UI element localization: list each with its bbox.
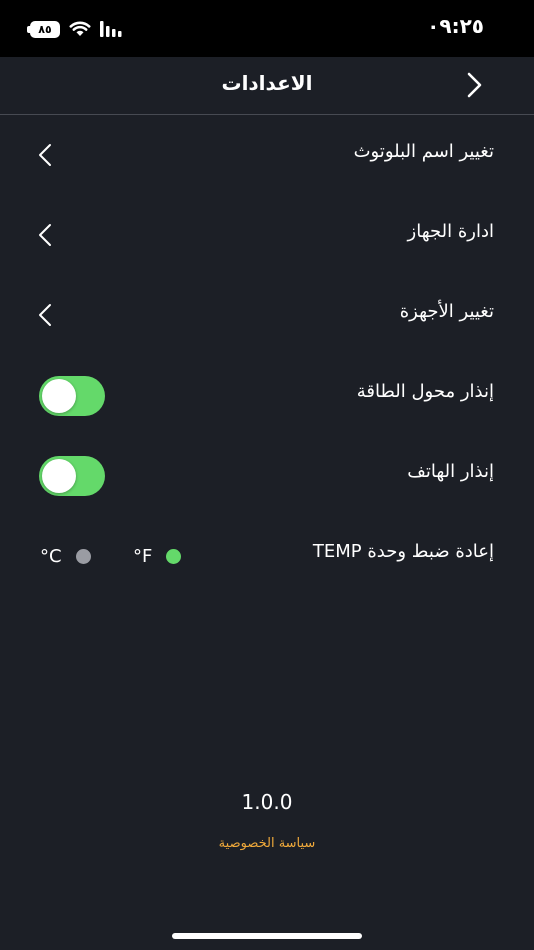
back-chevron-icon[interactable] [464, 72, 484, 98]
setting-row-power-converter-alarm: إنذار محول الطاقة [0, 355, 534, 435]
radio-option-fahrenheit[interactable]: °F [133, 541, 182, 571]
wifi-icon [69, 21, 91, 36]
radio-label-celsius: °C [40, 545, 62, 567]
setting-row-temp-unit: إعادة ضبط وحدة TEMP °C °F [0, 515, 534, 595]
phone-alarm-toggle[interactable] [39, 456, 105, 496]
home-indicator [172, 933, 362, 939]
setting-row-change-devices[interactable]: تغيير الأجهزة [0, 275, 534, 355]
setting-label-power-converter-alarm: إنذار محول الطاقة [356, 381, 494, 402]
toggle-knob [42, 459, 76, 493]
radio-label-fahrenheit: °F [133, 545, 153, 567]
setting-label-temp-unit: إعادة ضبط وحدة TEMP [312, 541, 494, 562]
navigation-bar: الاعدادات [0, 57, 534, 115]
signal-icon [100, 21, 122, 37]
setting-label-rename-bluetooth: تغيير اسم البلوتوث [353, 141, 494, 162]
setting-label-change-devices: تغيير الأجهزة [399, 301, 494, 322]
chevron-left-icon [39, 304, 51, 326]
toggle-knob [42, 379, 76, 413]
power-converter-alarm-toggle[interactable] [39, 376, 105, 416]
radio-option-celsius[interactable]: °C [40, 541, 91, 571]
setting-row-rename-bluetooth[interactable]: تغيير اسم البلوتوث [0, 115, 534, 195]
status-time: ٠٩:٢٥ [427, 14, 484, 38]
setting-label-device-management: ادارة الجهاز [407, 221, 494, 242]
status-bar: ٨٥ ٠٩:٢٥ [0, 0, 534, 57]
setting-label-phone-alarm: إنذار الهاتف [407, 461, 494, 482]
setting-row-device-management[interactable]: ادارة الجهاز [0, 195, 534, 275]
page-title: الاعدادات [221, 71, 313, 95]
status-icons: ٨٥ [27, 18, 122, 40]
app-version: 1.0.0 [241, 790, 293, 814]
battery-icon: ٨٥ [27, 20, 60, 38]
privacy-policy-link[interactable]: سياسة الخصوصية [0, 836, 534, 851]
battery-level: ٨٥ [38, 22, 52, 36]
setting-row-phone-alarm: إنذار الهاتف [0, 435, 534, 515]
chevron-left-icon [39, 224, 51, 246]
radio-dot-fahrenheit [166, 548, 182, 564]
chevron-left-icon [39, 144, 51, 166]
radio-dot-celsius [75, 548, 91, 564]
